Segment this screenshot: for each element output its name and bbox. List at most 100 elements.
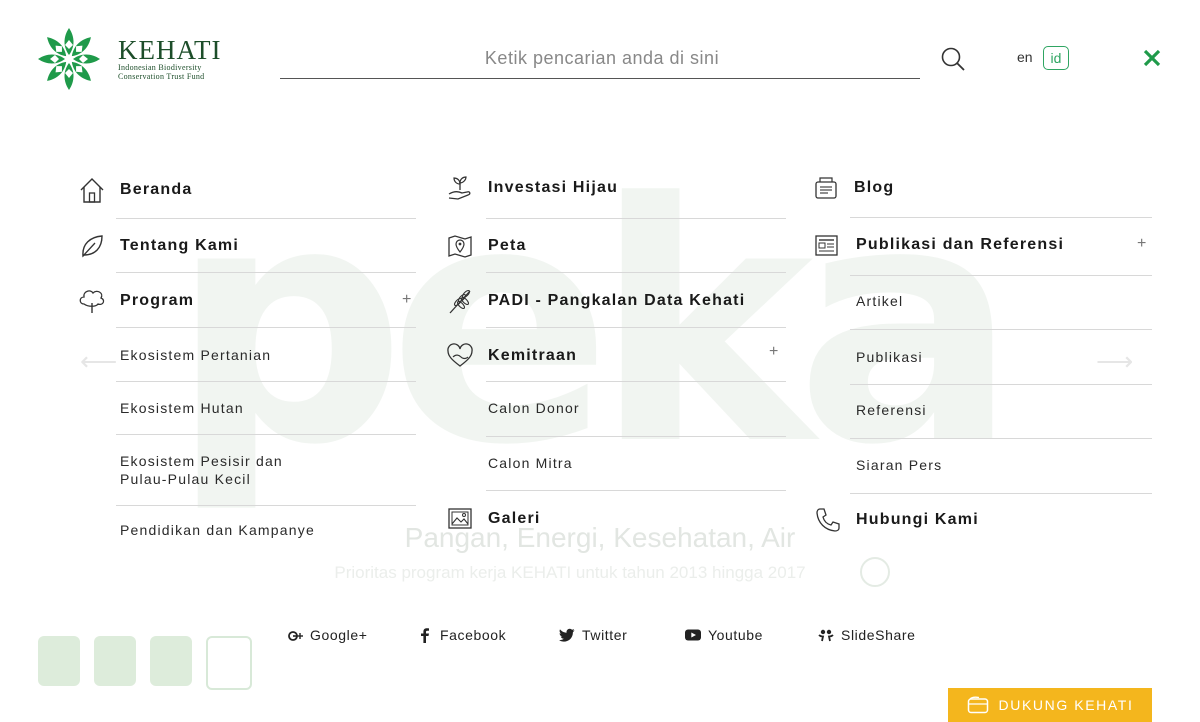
menu-label: Publikasi dan Referensi bbox=[856, 236, 1065, 253]
menu-item-publikasi-referensi[interactable]: Publikasi dan Referensi bbox=[812, 231, 1064, 259]
logo-subtitle-line2: Conservation Trust Fund bbox=[118, 72, 205, 81]
submenu-calon-donor[interactable]: Calon Donor bbox=[488, 399, 580, 418]
divider bbox=[116, 505, 416, 506]
submenu-label: Ekosistem Pesisir dan bbox=[120, 453, 283, 469]
divider bbox=[850, 329, 1152, 330]
submenu-label: Pendidikan dan Kampanye bbox=[120, 522, 315, 538]
menu-item-galeri[interactable]: Galeri bbox=[446, 505, 541, 533]
google-plus-icon bbox=[288, 631, 303, 641]
menu-item-padi[interactable]: PADI - Pangkalan Data Kehati bbox=[446, 287, 745, 315]
divider bbox=[486, 327, 786, 328]
social-link-slideshare[interactable]: SlideShare bbox=[818, 627, 916, 643]
image-icon bbox=[448, 508, 472, 529]
circle-arrow-icon bbox=[860, 557, 890, 587]
slideshare-icon bbox=[818, 629, 834, 642]
social-label: SlideShare bbox=[841, 627, 916, 643]
submenu-siaran-pers[interactable]: Siaran Pers bbox=[856, 456, 942, 475]
social-link-twitter[interactable]: Twitter bbox=[559, 627, 627, 643]
divider bbox=[116, 327, 416, 328]
submenu-label: Calon Mitra bbox=[488, 455, 573, 471]
submenu-label: Referensi bbox=[856, 402, 927, 418]
arrow-right-icon: ⟶ bbox=[1096, 346, 1134, 376]
submenu-publikasi[interactable]: Publikasi bbox=[856, 348, 923, 367]
language-id-link[interactable]: id bbox=[1043, 46, 1069, 70]
partner-logo bbox=[94, 636, 136, 686]
heart-hands-icon bbox=[447, 343, 473, 367]
plant-hand-icon bbox=[448, 176, 471, 200]
menu-item-hubungi-kami[interactable]: Hubungi Kami bbox=[814, 506, 979, 534]
search-bar bbox=[280, 38, 924, 79]
search-input[interactable] bbox=[280, 38, 924, 78]
partner-logo bbox=[206, 636, 252, 690]
social-link-google-plus[interactable]: Google+ bbox=[287, 627, 368, 643]
dukung-kehati-button[interactable]: DUKUNG KEHATI bbox=[948, 688, 1152, 722]
submenu-pendidikan-kampanye[interactable]: Pendidikan dan Kampanye bbox=[120, 521, 315, 540]
menu-item-beranda[interactable]: Beranda bbox=[78, 176, 192, 204]
menu-item-tentang-kami[interactable]: Tentang Kami bbox=[78, 232, 239, 260]
language-en-link[interactable]: en bbox=[1017, 49, 1033, 65]
partner-logo bbox=[150, 636, 192, 686]
menu-label: Blog bbox=[854, 179, 895, 196]
hero-letters: peka bbox=[170, 133, 1018, 517]
menu-label: Beranda bbox=[120, 181, 193, 198]
social-label: Facebook bbox=[440, 627, 507, 643]
menu-item-peta[interactable]: Peta bbox=[446, 232, 527, 260]
submenu-ekosistem-hutan[interactable]: Ekosistem Hutan bbox=[120, 399, 244, 418]
menu-item-kemitraan[interactable]: Kemitraan bbox=[446, 342, 577, 370]
divider bbox=[116, 218, 416, 219]
submenu-label: Ekosistem Pertanian bbox=[120, 347, 272, 363]
social-link-facebook[interactable]: Facebook bbox=[417, 627, 506, 643]
expand-publikasi-icon[interactable]: + bbox=[1137, 235, 1146, 253]
menu-label: Investasi Hijau bbox=[488, 179, 619, 196]
map-pin-icon bbox=[448, 235, 472, 258]
facebook-icon bbox=[421, 628, 429, 643]
social-label: Google+ bbox=[310, 627, 368, 643]
search-icon[interactable] bbox=[940, 46, 966, 72]
donate-label: DUKUNG KEHATI bbox=[998, 697, 1134, 713]
menu-label: Kemitraan bbox=[488, 347, 578, 364]
phone-icon bbox=[816, 508, 840, 532]
wheat-icon bbox=[449, 289, 471, 314]
expand-program-icon[interactable]: + bbox=[402, 291, 411, 309]
kehati-logo-mark-icon bbox=[38, 28, 100, 90]
submenu-calon-mitra[interactable]: Calon Mitra bbox=[488, 454, 573, 473]
social-link-youtube[interactable]: Youtube bbox=[685, 627, 763, 643]
expand-kemitraan-icon[interactable]: + bbox=[769, 343, 778, 361]
divider bbox=[850, 384, 1152, 385]
close-icon[interactable] bbox=[1142, 48, 1162, 68]
menu-item-program[interactable]: Program bbox=[78, 287, 194, 315]
menu-item-investasi-hijau[interactable]: Investasi Hijau bbox=[446, 174, 618, 202]
kehati-logo[interactable]: KEHATI Indonesian Biodiversity Conservat… bbox=[36, 26, 221, 92]
divider bbox=[486, 490, 786, 491]
hero-subtagline: Prioritas program kerja KEHATI untuk tah… bbox=[334, 563, 806, 582]
menu-label: Tentang Kami bbox=[120, 237, 240, 254]
divider bbox=[850, 493, 1152, 494]
submenu-artikel[interactable]: Artikel bbox=[856, 292, 903, 311]
home-icon bbox=[80, 178, 104, 203]
submenu-label: Calon Donor bbox=[488, 400, 580, 416]
social-label: Twitter bbox=[582, 627, 628, 643]
divider bbox=[486, 381, 786, 382]
menu-item-blog[interactable]: Blog bbox=[812, 174, 894, 202]
blog-icon bbox=[815, 177, 837, 199]
submenu-label: Pulau-Pulau Kecil bbox=[120, 471, 251, 487]
divider bbox=[850, 217, 1152, 218]
divider bbox=[116, 434, 416, 435]
submenu-label: Ekosistem Hutan bbox=[120, 400, 244, 416]
leaf-icon bbox=[82, 235, 103, 258]
menu-label: PADI - Pangkalan Data Kehati bbox=[488, 292, 746, 309]
social-label: Youtube bbox=[708, 627, 764, 643]
submenu-label: Publikasi bbox=[856, 349, 923, 365]
submenu-ekosistem-pertanian[interactable]: Ekosistem Pertanian bbox=[120, 346, 271, 365]
newspaper-icon bbox=[815, 235, 838, 256]
submenu-referensi[interactable]: Referensi bbox=[856, 401, 927, 420]
partner-logos bbox=[38, 636, 252, 690]
youtube-icon bbox=[685, 629, 701, 641]
arrow-left-icon: ⟵ bbox=[80, 346, 118, 376]
twitter-icon bbox=[559, 628, 575, 642]
divider bbox=[850, 275, 1152, 276]
divider bbox=[850, 438, 1152, 439]
divider bbox=[486, 436, 786, 437]
menu-label: Program bbox=[120, 292, 195, 309]
submenu-ekosistem-pesisir[interactable]: Ekosistem Pesisir dan Pulau-Pulau Kecil bbox=[120, 452, 283, 488]
